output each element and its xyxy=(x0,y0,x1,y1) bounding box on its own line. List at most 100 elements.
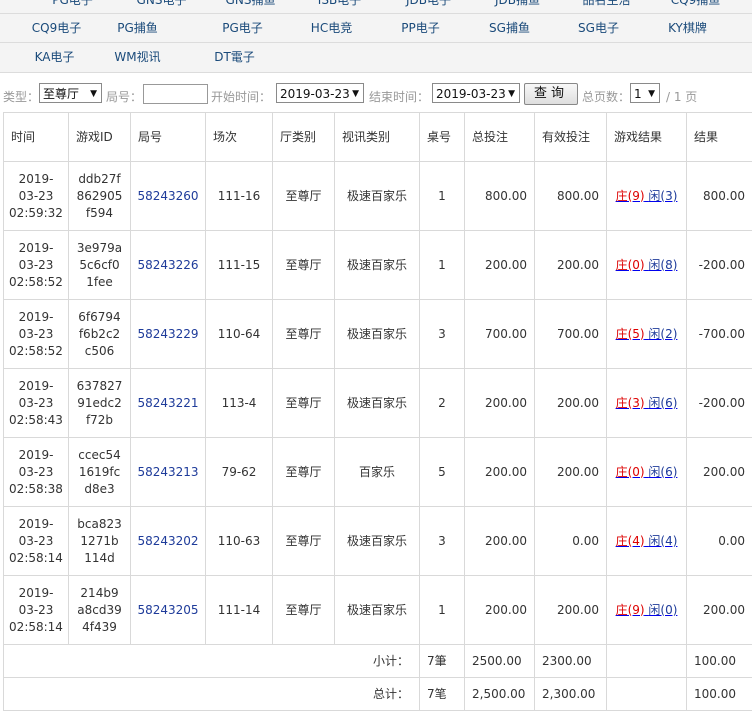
tab-game[interactable]: GNS电子 xyxy=(117,0,206,14)
result-cell: 200.00 xyxy=(686,437,752,507)
page-select[interactable]: 1 ▼ xyxy=(630,83,660,103)
game-result-link[interactable]: 庄(4) 闲(4) xyxy=(616,534,678,548)
table-no-cell: 3 xyxy=(419,299,465,369)
end-date-select[interactable]: 2019-03-23 ▼ xyxy=(432,83,520,103)
game-result-cell: 庄(9) 闲(3) xyxy=(606,161,687,231)
time-date: 2019- xyxy=(18,171,54,186)
query-button[interactable]: 查询 xyxy=(524,83,578,105)
game-id-cell: 6f6794 f6b2c2 c506 xyxy=(68,299,131,369)
tab-game[interactable]: JDB捕鱼 xyxy=(473,0,562,14)
tab-game[interactable]: JDB电子 xyxy=(384,0,473,14)
category-cell: 极速百家乐 xyxy=(334,161,420,231)
tab-game[interactable]: ISB电子 xyxy=(295,0,384,14)
total-bet-cell: 200.00 xyxy=(464,575,535,645)
player-score: 闲(8) xyxy=(648,257,678,272)
tab-game[interactable]: HC电竞 xyxy=(287,14,376,42)
time-date: 2019- xyxy=(18,378,54,393)
tab-game[interactable]: SG电子 xyxy=(554,14,643,42)
tab-game[interactable]: PG电子 xyxy=(28,0,117,14)
round-link[interactable]: 58243205 xyxy=(137,603,198,617)
tab-game[interactable]: KA电子 xyxy=(10,43,99,71)
round-cell: 58243202 xyxy=(130,506,206,576)
total-label: 总计： xyxy=(3,677,420,711)
tab-game[interactable]: DT電子 xyxy=(190,43,279,71)
game-result-link[interactable]: 庄(0) 闲(8) xyxy=(616,258,678,272)
round-link[interactable]: 58243221 xyxy=(137,396,198,410)
chevron-down-icon: ▼ xyxy=(648,89,655,99)
game-result-cell: 庄(4) 闲(4) xyxy=(606,506,687,576)
tab-game[interactable]: GNS捕鱼 xyxy=(206,0,295,14)
tab-game[interactable]: PG捕鱼 xyxy=(93,14,182,42)
game-result-cell: 庄(0) 闲(8) xyxy=(606,230,687,300)
round-link[interactable]: 58243213 xyxy=(137,465,198,479)
tab-game[interactable]: KY棋牌 xyxy=(643,14,732,42)
header-game-id: 游戏ID xyxy=(68,112,131,162)
result-cell: -200.00 xyxy=(686,230,752,300)
table-header-row: 时间 游戏ID 局号 场次 厅类别 视讯类别 桌号 总投注 有效投注 游戏结果 … xyxy=(3,112,752,162)
game-result-link[interactable]: 庄(3) 闲(6) xyxy=(616,396,678,410)
tab-game[interactable]: PP电子 xyxy=(376,14,465,42)
time-clock: 02:58:52 xyxy=(9,343,63,358)
hall-cell: 至尊厅 xyxy=(272,506,335,576)
total-result: 100.00 xyxy=(686,677,752,711)
chevron-down-icon: ▼ xyxy=(352,89,359,99)
start-date-select[interactable]: 2019-03-23 ▼ xyxy=(276,83,364,103)
tab-game[interactable]: CQ9电子 xyxy=(12,14,101,42)
round-input[interactable] xyxy=(143,84,208,104)
round-cell: 58243221 xyxy=(130,368,206,438)
result-cell: 200.00 xyxy=(686,575,752,645)
session-cell: 111-14 xyxy=(205,575,273,645)
valid-bet-cell: 0.00 xyxy=(534,506,607,576)
game-result-link[interactable]: 庄(9) 闲(3) xyxy=(616,189,678,203)
game-result-link[interactable]: 庄(9) 闲(0) xyxy=(616,603,678,617)
total-bet-cell: 200.00 xyxy=(464,230,535,300)
time-date2: 03-23 xyxy=(18,188,54,203)
game-result-link[interactable]: 庄(5) 闲(2) xyxy=(616,327,678,341)
time-clock: 02:58:52 xyxy=(9,274,63,289)
total-bet-cell: 200.00 xyxy=(464,437,535,507)
round-link[interactable]: 58243260 xyxy=(137,189,198,203)
round-cell: 58243226 xyxy=(130,230,206,300)
header-round: 局号 xyxy=(130,112,206,162)
game-id-cell: ccec54 1619fc d8e3 xyxy=(68,437,131,507)
round-cell: 58243229 xyxy=(130,299,206,369)
hall-cell: 至尊厅 xyxy=(272,368,335,438)
tab-game[interactable]: WM视讯 xyxy=(93,43,182,71)
category-cell: 百家乐 xyxy=(334,437,420,507)
table-no-cell: 5 xyxy=(419,437,465,507)
session-cell: 111-15 xyxy=(205,230,273,300)
round-link[interactable]: 58243226 xyxy=(137,258,198,272)
time-date: 2019- xyxy=(18,585,54,600)
table-no-cell: 1 xyxy=(419,575,465,645)
tab-game[interactable]: 品名生活 xyxy=(562,0,651,14)
time-date: 2019- xyxy=(18,516,54,531)
time-date: 2019- xyxy=(18,447,54,462)
game-id-part: bca823 xyxy=(77,516,122,531)
table-row: 2019- 03-23 02:58:38 ccec54 1619fc d8e3 582432… xyxy=(3,437,752,507)
game-id-part: 5c6cf0 xyxy=(79,257,120,272)
total-bet: 2,500.00 xyxy=(464,677,535,711)
game-result-link[interactable]: 庄(0) 闲(6) xyxy=(616,465,678,479)
table-no-cell: 1 xyxy=(419,230,465,300)
header-hall: 厅类别 xyxy=(272,112,335,162)
time-date2: 03-23 xyxy=(18,326,54,341)
tab-game[interactable]: SG捕鱼 xyxy=(465,14,554,42)
round-cell: 58243260 xyxy=(130,161,206,231)
pages-total: / 1 页 xyxy=(666,90,698,104)
game-id-part: ccec54 xyxy=(78,447,121,462)
valid-bet-cell: 700.00 xyxy=(534,299,607,369)
type-label: 类型： xyxy=(3,90,40,104)
subtotal-empty xyxy=(606,644,687,678)
game-id-part: c506 xyxy=(84,343,115,358)
time-cell: 2019- 03-23 02:58:14 xyxy=(3,575,69,645)
subtotal-label: 小计： xyxy=(3,644,420,678)
round-link[interactable]: 58243202 xyxy=(137,534,198,548)
header-result: 结果 xyxy=(686,112,752,162)
round-link[interactable]: 58243229 xyxy=(137,327,198,341)
type-select[interactable]: 至尊厅 ▼ xyxy=(39,83,102,103)
tab-game[interactable]: PG电子 xyxy=(198,14,287,42)
time-clock: 02:58:14 xyxy=(9,550,63,565)
tab-game[interactable]: CQ9捕鱼 xyxy=(651,0,740,14)
game-id-cell: 637827 91edc2 f72b xyxy=(68,368,131,438)
tab-row-divider xyxy=(0,42,752,43)
